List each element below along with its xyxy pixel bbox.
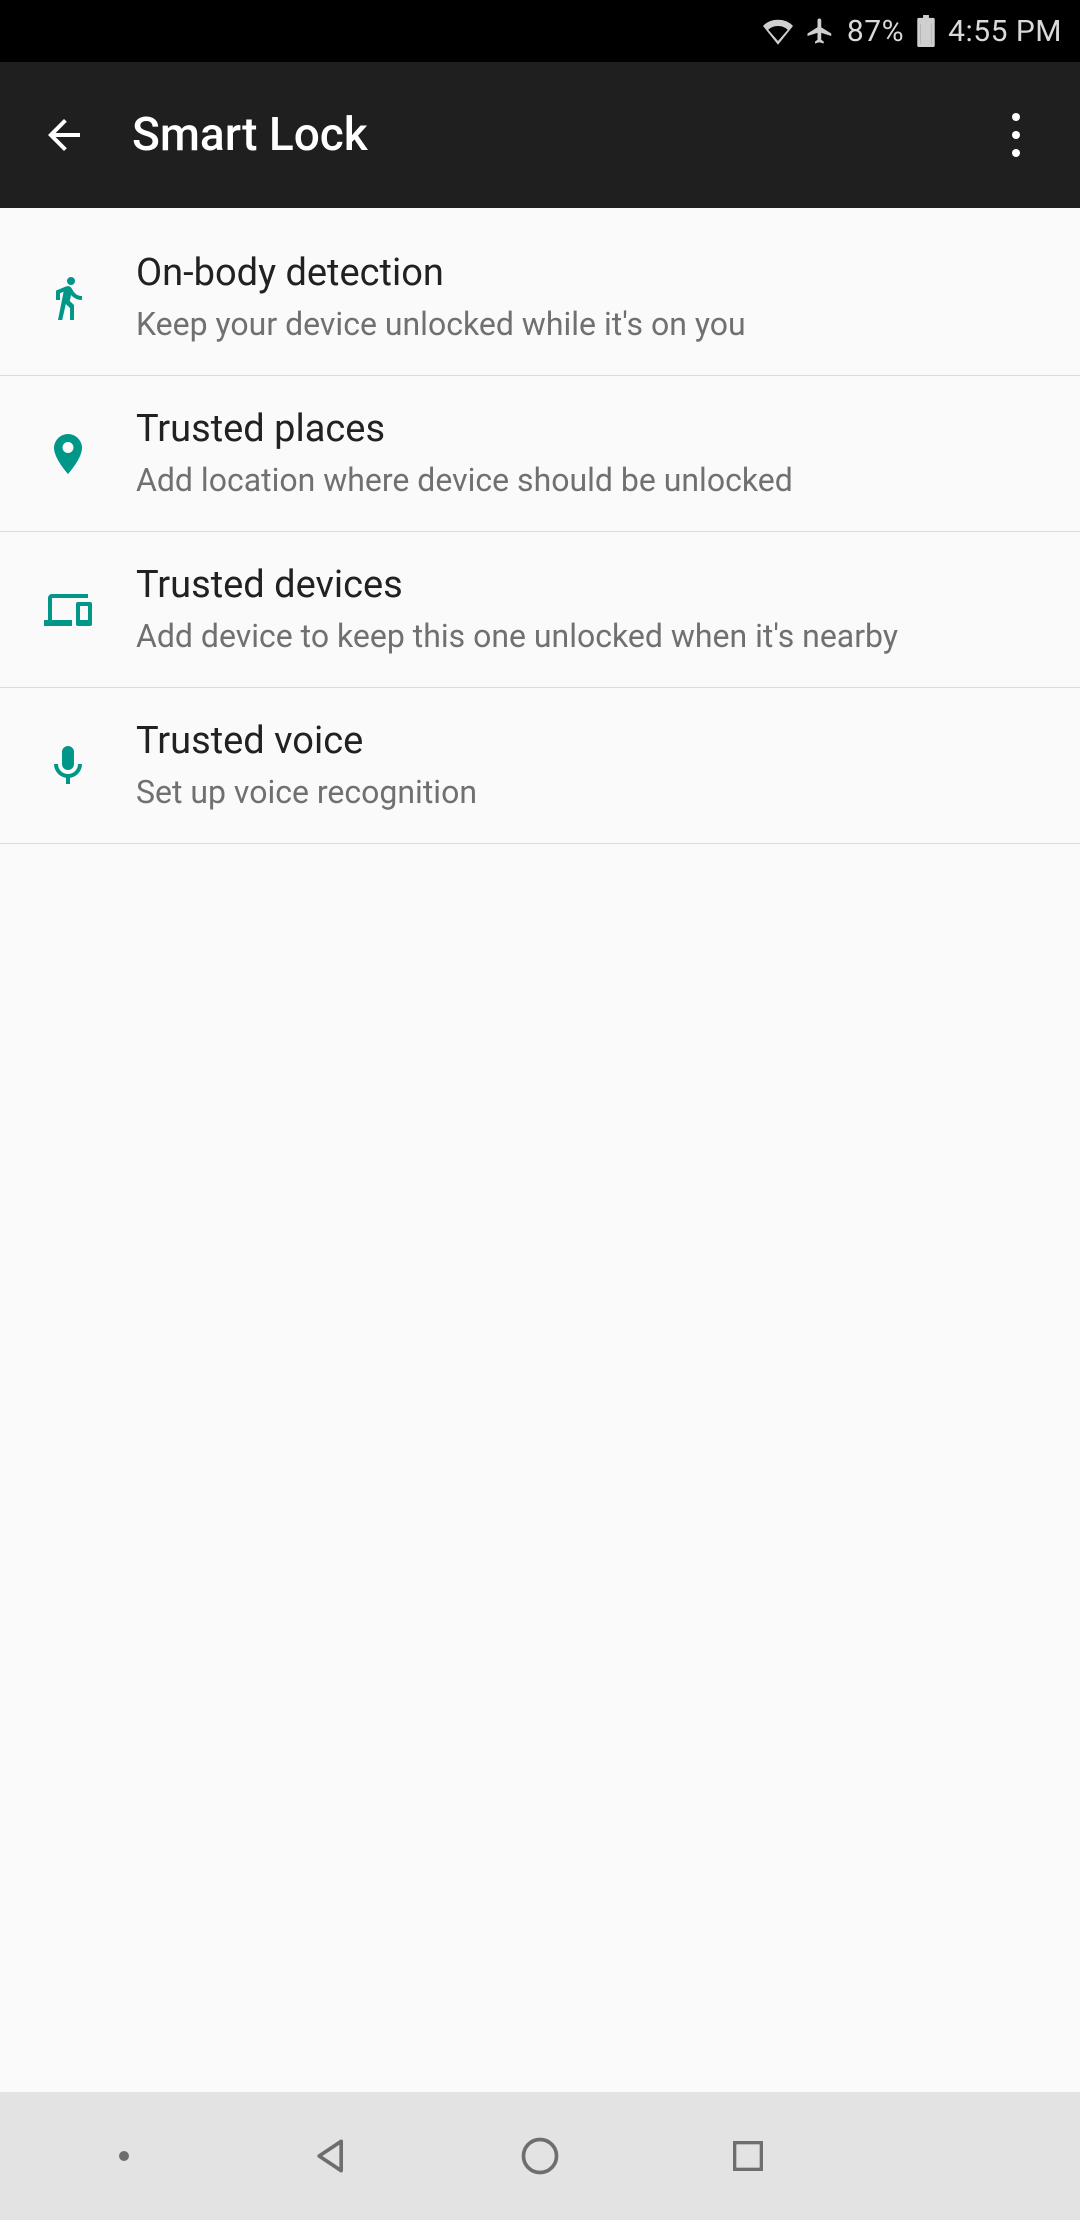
status-bar: 87% 4:55 PM: [0, 0, 1080, 62]
battery-icon: [916, 15, 936, 47]
page-title: Smart Lock: [104, 108, 976, 162]
item-subtitle: Add location where device should be unlo…: [136, 460, 1020, 502]
nav-indicator: [64, 2116, 184, 2196]
item-subtitle: Add device to keep this one unlocked whe…: [136, 616, 1020, 658]
back-button[interactable]: [24, 95, 104, 175]
mic-icon: [0, 718, 136, 813]
item-title: Trusted voice: [136, 718, 1020, 766]
settings-list: On-body detection Keep your device unloc…: [0, 208, 1080, 2092]
nav-spacer: [896, 2116, 1016, 2196]
nav-back-button[interactable]: [272, 2116, 392, 2196]
item-trusted-voice[interactable]: Trusted voice Set up voice recognition: [0, 688, 1080, 844]
more-vert-icon: [1012, 149, 1020, 157]
clock: 4:55 PM: [948, 14, 1062, 49]
item-on-body-detection[interactable]: On-body detection Keep your device unloc…: [0, 220, 1080, 376]
airplane-icon: [805, 16, 835, 46]
overflow-menu-button[interactable]: [976, 95, 1056, 175]
screen: 87% 4:55 PM Smart Lock On-body detection…: [0, 0, 1080, 2220]
item-title: Trusted places: [136, 406, 1020, 454]
item-subtitle: Keep your device unlocked while it's on …: [136, 304, 1020, 346]
devices-icon: [0, 562, 136, 657]
item-trusted-places[interactable]: Trusted places Add location where device…: [0, 376, 1080, 532]
item-subtitle: Set up voice recognition: [136, 772, 1020, 814]
more-vert-icon: [1012, 131, 1020, 139]
item-trusted-devices[interactable]: Trusted devices Add device to keep this …: [0, 532, 1080, 688]
battery-percent: 87%: [847, 14, 904, 49]
wifi-icon: [763, 16, 793, 46]
walk-icon: [0, 250, 136, 345]
nav-recent-button[interactable]: [688, 2116, 808, 2196]
item-title: On-body detection: [136, 250, 1020, 298]
more-vert-icon: [1012, 113, 1020, 121]
item-title: Trusted devices: [136, 562, 1020, 610]
nav-home-button[interactable]: [480, 2116, 600, 2196]
app-bar: Smart Lock: [0, 62, 1080, 208]
place-icon: [0, 406, 136, 501]
navigation-bar: [0, 2092, 1080, 2220]
